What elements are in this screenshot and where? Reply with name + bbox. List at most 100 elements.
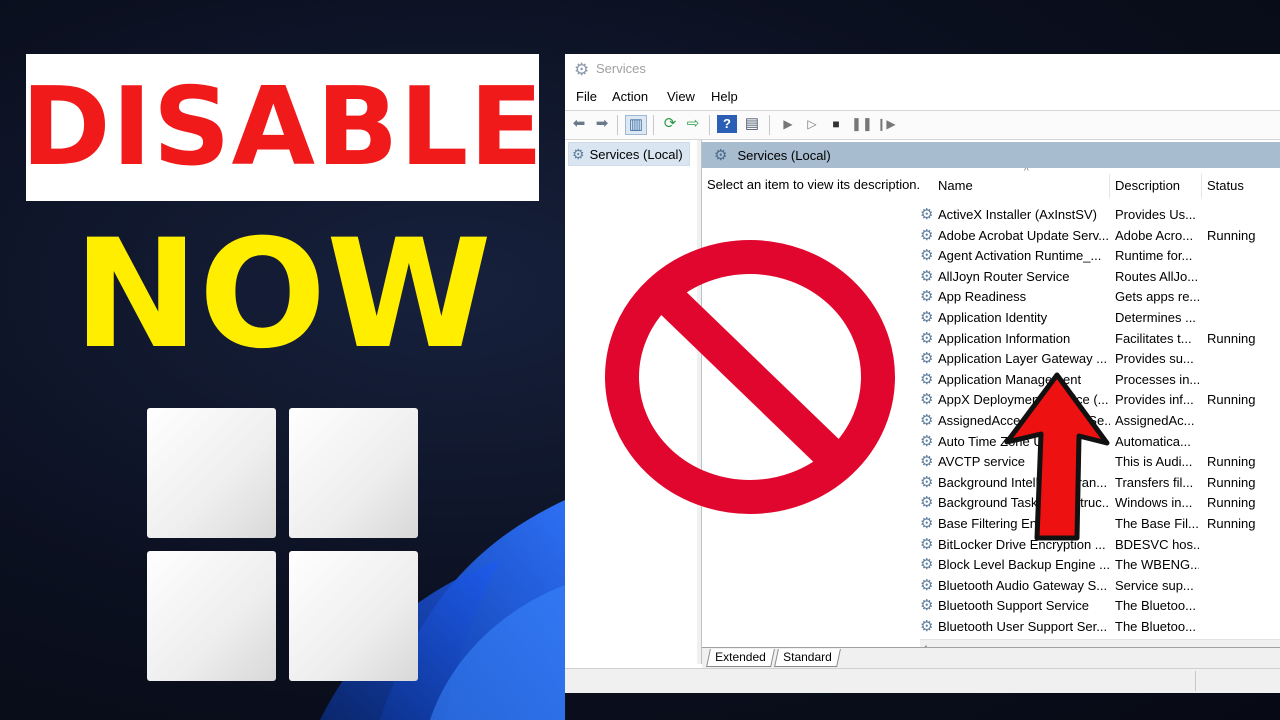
service-status: Running <box>1207 454 1256 470</box>
service-description: The Bluetoo... <box>1115 598 1196 614</box>
tab-standard-label: Standard <box>783 650 832 664</box>
properties-icon[interactable]: ▤ <box>742 115 762 133</box>
red-arrow-up-icon <box>1004 372 1110 541</box>
tab-extended-label: Extended <box>715 650 766 664</box>
status-bar <box>565 668 1280 693</box>
service-description: The Bluetoo... <box>1115 619 1196 634</box>
description-prompt: Select an item to view its description. <box>707 177 921 192</box>
pause-service-icon[interactable]: ❚❚ <box>851 115 873 133</box>
service-description: Provides su... <box>1115 351 1194 367</box>
service-description: Provides inf... <box>1115 392 1194 408</box>
tree-item-label: Services (Local) <box>589 146 683 162</box>
table-row[interactable]: ⚙ Application Layer Gateway ... Provides s… <box>920 349 1280 369</box>
help-icon[interactable]: ? <box>717 115 737 133</box>
menu-action[interactable]: Action <box>612 89 648 104</box>
service-name: Bluetooth User Support Ser... <box>938 619 1108 634</box>
service-description: Runtime for... <box>1115 248 1193 264</box>
services-gear-icon: ⚙ <box>572 145 585 162</box>
column-divider[interactable] <box>1109 174 1110 198</box>
table-row[interactable]: ⚙ Adobe Acrobat Update Serv... Adobe Acro.… <box>920 226 1280 246</box>
service-name: Agent Activation Runtime_... <box>938 248 1102 264</box>
service-gear-icon: ⚙ <box>920 494 934 512</box>
column-header-description[interactable]: Description <box>1115 178 1180 193</box>
service-description: Routes AllJo... <box>1115 268 1199 284</box>
service-gear-icon: ⚙ <box>920 556 934 574</box>
column-header-name[interactable]: Name <box>938 178 973 193</box>
logo-tile <box>147 408 276 538</box>
start-service-icon[interactable]: ▶ <box>778 115 798 133</box>
table-row[interactable]: ⚙ App Readiness Gets apps re... <box>920 287 1280 307</box>
title-bar[interactable]: ⚙ Services <box>565 54 1280 84</box>
tab-standard[interactable]: Standard <box>774 649 841 667</box>
show-console-tree-icon[interactable]: ▥ <box>625 115 647 135</box>
service-gear-icon: ⚙ <box>920 309 934 326</box>
toolbar-separator <box>617 115 618 135</box>
service-description: Processes in... <box>1115 371 1199 387</box>
menu-view[interactable]: View <box>667 89 695 104</box>
windows-logo-icon <box>147 408 418 682</box>
service-description: This is Audi... <box>1115 454 1193 470</box>
back-icon[interactable]: ⬅ <box>569 115 589 133</box>
service-gear-icon: ⚙ <box>920 288 934 306</box>
table-row[interactable]: ⚙ AllJoyn Router Service Routes AllJo... <box>920 267 1280 287</box>
table-row[interactable]: ⚙ Application Identity Determines ... <box>920 308 1280 328</box>
service-description: The WBENG... <box>1115 557 1199 573</box>
service-status: Running <box>1207 516 1256 531</box>
table-row[interactable]: ⚙ ActiveX Installer (AxInstSV) Provides Us… <box>920 205 1280 225</box>
export-list-icon[interactable]: ⇨ <box>683 115 703 133</box>
service-name: App Readiness <box>938 289 1027 305</box>
service-description: Service sup... <box>1115 577 1194 593</box>
window-title: Services <box>596 61 646 76</box>
service-description: Determines ... <box>1115 310 1196 325</box>
table-row[interactable]: ⚙ Agent Activation Runtime_... Runtime for… <box>920 246 1280 266</box>
service-gear-icon: ⚙ <box>920 370 934 388</box>
table-row[interactable]: ⚙ Bluetooth Audio Gateway S... Service sup… <box>920 576 1280 596</box>
column-header-status[interactable]: Status <box>1207 178 1244 193</box>
disable-headline: DISABLE <box>20 64 545 190</box>
service-description: BDESVC hos... <box>1115 536 1199 552</box>
service-description: The Base Fil... <box>1115 516 1199 531</box>
service-gear-icon: ⚙ <box>920 247 934 265</box>
sort-ascending-icon: ^ <box>1024 168 1029 177</box>
service-status: Running <box>1207 392 1256 408</box>
start-service-alt-icon[interactable]: ▷ <box>802 115 822 133</box>
table-row[interactable]: ⚙ Bluetooth Support Service The Bluetoo... <box>920 596 1280 616</box>
table-row[interactable]: ⚙ Bluetooth User Support Ser... The Blueto… <box>920 617 1280 637</box>
service-name: Application Layer Gateway ... <box>938 351 1108 367</box>
tree-item-services-local[interactable]: ⚙ Services (Local) <box>568 142 690 166</box>
service-description: Adobe Acro... <box>1115 227 1194 243</box>
toolbar-separator <box>653 115 654 135</box>
service-gear-icon: ⚙ <box>920 226 934 244</box>
menu-help[interactable]: Help <box>711 89 738 104</box>
service-gear-icon: ⚙ <box>920 350 934 368</box>
service-name: Application Information <box>938 330 1071 346</box>
service-gear-icon: ⚙ <box>920 391 934 409</box>
service-gear-icon: ⚙ <box>920 535 934 553</box>
menu-bar: File Action View Help <box>565 86 1280 108</box>
service-gear-icon: ⚙ <box>920 597 934 615</box>
service-gear-icon: ⚙ <box>920 432 934 450</box>
tab-extended[interactable]: Extended <box>706 649 775 667</box>
service-description: Windows in... <box>1115 495 1193 511</box>
menu-file[interactable]: File <box>576 89 597 104</box>
service-description: Provides Us... <box>1115 207 1196 222</box>
view-tabs: Extended Standard <box>702 647 1280 668</box>
service-status: Running <box>1207 227 1256 243</box>
toolbar-separator <box>709 115 710 135</box>
refresh-icon[interactable]: ⟳ <box>660 115 680 133</box>
resume-service-icon[interactable]: ❙▶ <box>876 115 896 133</box>
service-gear-icon: ⚙ <box>920 206 934 223</box>
service-gear-icon: ⚙ <box>920 515 934 532</box>
prohibited-sign-icon <box>605 240 895 514</box>
service-gear-icon: ⚙ <box>920 473 934 491</box>
toolbar: ⬅ ➡ ▥ ⟳ ⇨ ? ▤ ▶ ▷ ■ ❚❚ ❙▶ <box>565 110 1280 140</box>
service-status: Running <box>1207 330 1256 346</box>
table-row[interactable]: ⚙ Application Information Facilitates t...… <box>920 329 1280 349</box>
service-name: Application Identity <box>938 310 1048 325</box>
column-divider[interactable] <box>1201 174 1202 198</box>
service-gear-icon: ⚙ <box>920 618 934 635</box>
stop-service-icon[interactable]: ■ <box>826 115 846 133</box>
service-description: AssignedAc... <box>1115 413 1195 428</box>
service-status: Running <box>1207 495 1256 511</box>
forward-icon[interactable]: ➡ <box>592 115 612 133</box>
